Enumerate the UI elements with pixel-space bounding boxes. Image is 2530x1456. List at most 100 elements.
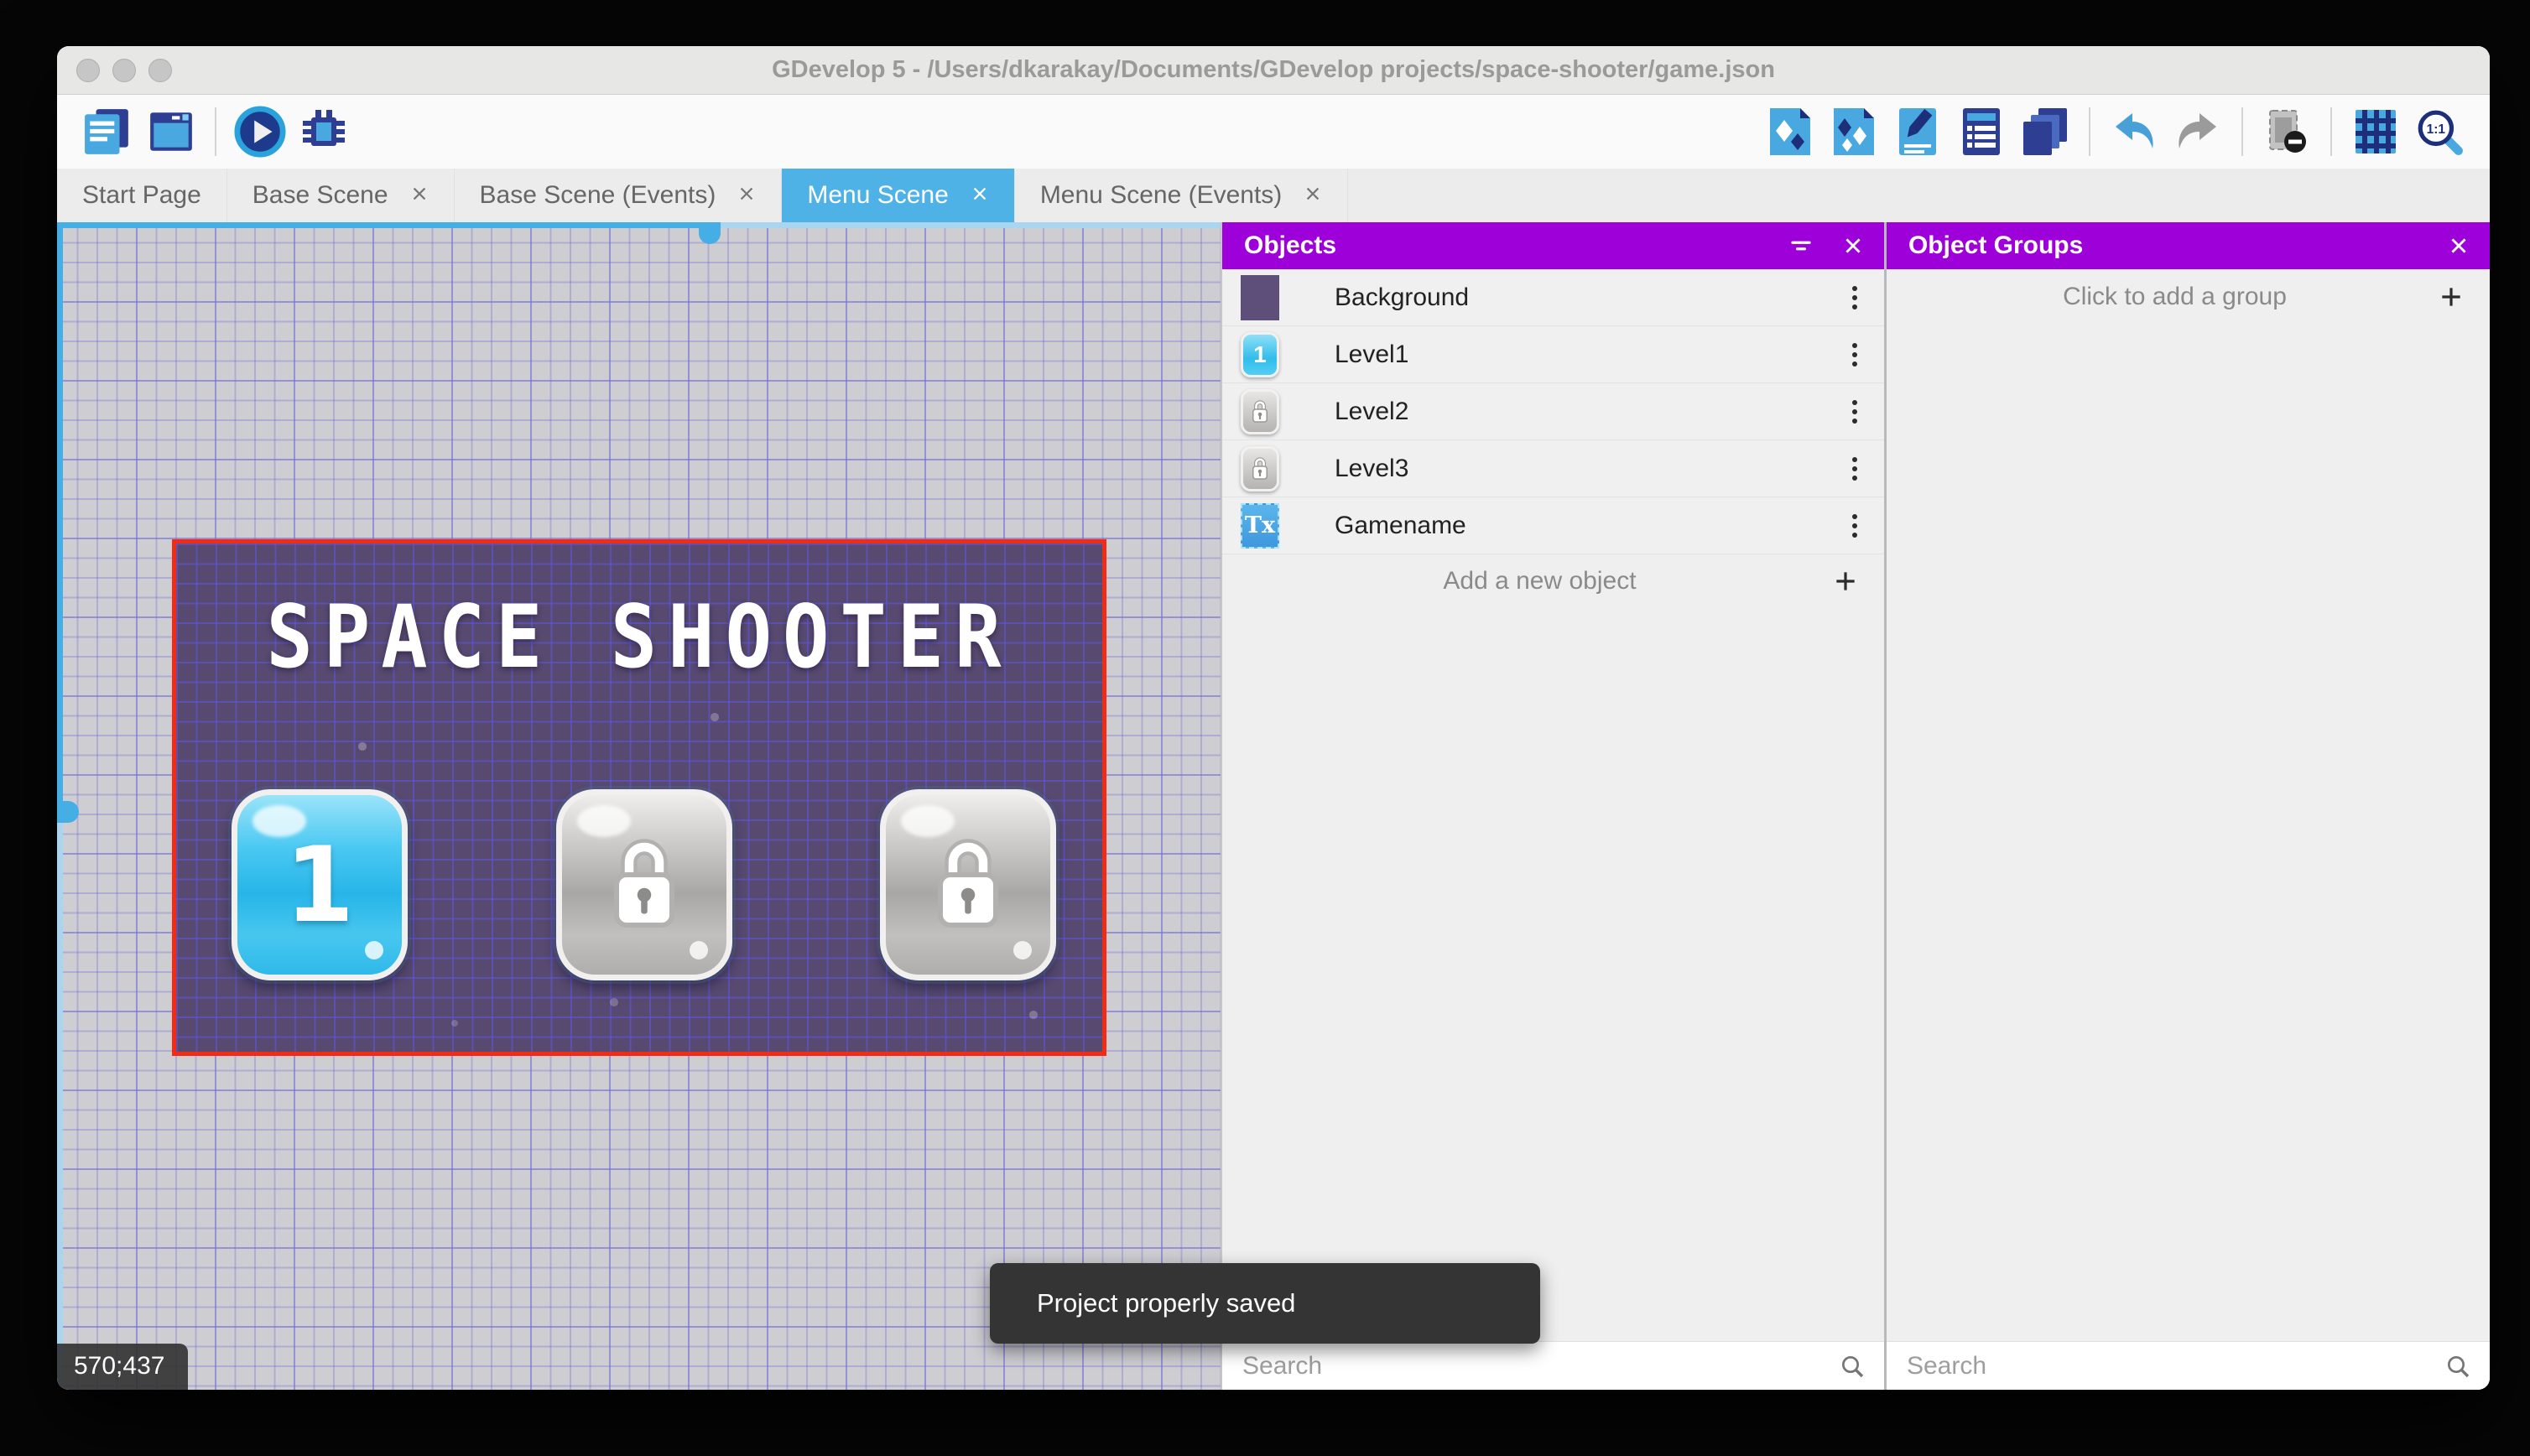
tab-label: Menu Scene (Events) <box>1039 181 1283 209</box>
add-new-object-label: Add a new object <box>1443 567 1637 595</box>
level1-number: 1 <box>284 824 355 946</box>
close-icon[interactable] <box>2448 235 2470 257</box>
object-name: Level3 <box>1335 454 1409 482</box>
layers-icon[interactable] <box>2019 106 2071 158</box>
tab-label: Menu Scene <box>807 181 949 209</box>
close-icon[interactable] <box>1842 235 1864 257</box>
objects-panel-title: Objects <box>1244 231 1337 259</box>
close-icon[interactable] <box>737 181 756 210</box>
toast-message: Project properly saved <box>1037 1288 1296 1318</box>
objects-editor-icon[interactable] <box>1764 106 1816 158</box>
objects-panel: Objects Background 1 Level1 Level2 Level… <box>1221 222 1884 1390</box>
cursor-coordinates-badge: 570;437 <box>57 1344 189 1390</box>
text-object-thumbnail: Tx <box>1241 502 1279 549</box>
tab-label: Base Scene <box>252 181 388 209</box>
locked-button-thumbnail <box>1241 388 1279 434</box>
window-title: GDevelop 5 - /Users/dkarakay/Documents/G… <box>772 56 1775 83</box>
tab-menu-scene-events[interactable]: Menu Scene (Events) <box>1015 169 1349 222</box>
add-new-object-button[interactable]: Add a new object <box>1222 554 1884 608</box>
toolbar-separator <box>2089 107 2090 156</box>
add-group-label: Click to add a group <box>2063 283 2287 310</box>
close-icon[interactable] <box>1304 181 1322 210</box>
start-page-window-icon[interactable] <box>145 106 197 158</box>
main-toolbar: 1:1 <box>57 95 2490 169</box>
scene-background-object[interactable]: SPACE SHOOTER 1 <box>172 539 1106 1056</box>
desktop: GDevelop 5 - /Users/dkarakay/Documents/G… <box>0 0 2530 1456</box>
object-name: Background <box>1335 283 1470 311</box>
tab-label: Start Page <box>82 181 201 209</box>
filter-icon[interactable] <box>1788 233 1814 258</box>
toolbar-separator <box>2330 107 2332 156</box>
tab-base-scene-events[interactable]: Base Scene (Events) <box>455 169 783 222</box>
object-row-level2[interactable]: Level2 <box>1222 383 1884 440</box>
level3-button-object[interactable] <box>880 789 1056 980</box>
close-icon[interactable] <box>410 181 429 210</box>
save-toast: Project properly saved <box>990 1263 1540 1344</box>
undo-icon[interactable] <box>2108 106 2160 158</box>
tab-base-scene[interactable]: Base Scene <box>227 169 455 222</box>
properties-icon[interactable] <box>1892 106 1944 158</box>
add-group-button[interactable]: Click to add a group <box>1887 269 2490 325</box>
gdevelop-window: GDevelop 5 - /Users/dkarakay/Documents/G… <box>57 46 2490 1390</box>
instances-list-icon[interactable] <box>1955 106 2007 158</box>
level1-button-object[interactable]: 1 <box>232 789 408 980</box>
objects-panel-header: Objects <box>1222 222 1884 269</box>
object-groups-icon[interactable] <box>1828 106 1880 158</box>
locked-button-thumbnail <box>1241 445 1279 491</box>
groups-search-bar <box>1886 1341 2490 1390</box>
object-name: Gamename <box>1335 511 1466 539</box>
object-groups-panel-header: Object Groups <box>1886 222 2490 269</box>
editor-content: SPACE SHOOTER 1 570;437 Objects Backgrou… <box>57 222 2490 1390</box>
object-row-gamename[interactable]: Tx Gamename <box>1222 497 1884 554</box>
search-icon <box>1839 1353 1866 1380</box>
level2-button-object[interactable] <box>555 789 732 980</box>
lock-icon <box>613 839 674 928</box>
debug-icon[interactable] <box>298 106 350 158</box>
scene-canvas[interactable]: SPACE SHOOTER 1 570;437 <box>57 222 1221 1390</box>
object-name: Level2 <box>1335 397 1409 425</box>
redo-icon[interactable] <box>2172 106 2224 158</box>
object-menu-icon[interactable] <box>1844 509 1866 543</box>
objects-panel-empty-area <box>1222 608 1884 1341</box>
groups-search-input[interactable] <box>1904 1351 2444 1381</box>
toolbar-separator <box>2241 107 2243 156</box>
project-manager-icon[interactable] <box>81 106 133 158</box>
tab-label: Base Scene (Events) <box>479 181 716 209</box>
horizontal-scrollbar[interactable] <box>57 222 1221 244</box>
vertical-scrollbar-thumb[interactable] <box>57 801 79 823</box>
object-row-level1[interactable]: 1 Level1 <box>1222 326 1884 383</box>
groups-panel-empty-area <box>1887 325 2490 1341</box>
background-thumbnail <box>1241 274 1279 320</box>
grid-toggle-icon[interactable] <box>2350 106 2402 158</box>
play-icon[interactable] <box>234 106 286 158</box>
plus-icon <box>2438 283 2465 310</box>
game-title-text-object[interactable]: SPACE SHOOTER <box>176 587 1102 688</box>
level-button-thumbnail: 1 <box>1241 331 1279 377</box>
scene-stars <box>176 543 180 547</box>
horizontal-scrollbar-thumb[interactable] <box>699 222 721 244</box>
mask-toggle-icon[interactable] <box>2261 106 2313 158</box>
tab-menu-scene[interactable]: Menu Scene <box>782 169 1015 222</box>
search-icon <box>2444 1353 2471 1380</box>
close-icon[interactable] <box>971 181 989 210</box>
object-menu-icon[interactable] <box>1844 338 1866 372</box>
object-row-background[interactable]: Background <box>1222 269 1884 326</box>
objects-search-input[interactable] <box>1241 1351 1839 1381</box>
object-row-level3[interactable]: Level3 <box>1222 440 1884 497</box>
object-groups-panel-title: Object Groups <box>1908 231 2084 259</box>
svg-text:1:1: 1:1 <box>2427 122 2446 137</box>
tab-start-page[interactable]: Start Page <box>57 169 227 222</box>
tab-bar: Start Page Base Scene Base Scene (Events… <box>57 169 2490 222</box>
plus-icon <box>1832 568 1859 595</box>
vertical-scrollbar[interactable] <box>57 222 79 1390</box>
object-menu-icon[interactable] <box>1844 281 1866 315</box>
object-menu-icon[interactable] <box>1844 452 1866 486</box>
level-buttons-row: 1 <box>232 789 1056 980</box>
objects-search-bar <box>1222 1341 1884 1390</box>
object-name: Level1 <box>1335 340 1409 368</box>
object-menu-icon[interactable] <box>1844 395 1866 429</box>
toolbar-separator <box>215 107 216 156</box>
title-bar: GDevelop 5 - /Users/dkarakay/Documents/G… <box>57 46 2490 95</box>
zoom-1-1-icon[interactable]: 1:1 <box>2413 106 2465 158</box>
lock-icon <box>938 839 998 928</box>
